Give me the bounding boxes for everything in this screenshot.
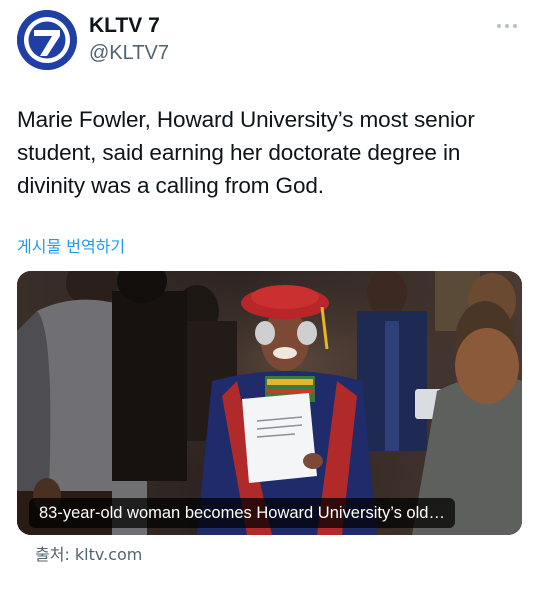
avatar[interactable] (17, 10, 77, 70)
tweet-header: KLTV 7 @KLTV7 (17, 10, 523, 72)
kltv7-logo-icon (17, 10, 77, 70)
link-card-caption: 83-year-old woman becomes Howard Univers… (29, 498, 455, 528)
more-options-icon[interactable] (497, 20, 519, 32)
tweet-text: Marie Fowler, Howard University’s most s… (17, 107, 475, 198)
link-source[interactable]: 출처: kltv.com (35, 541, 142, 565)
link-card[interactable]: 83-year-old woman becomes Howard Univers… (17, 271, 522, 535)
translate-post-link[interactable]: 게시물 번역하기 (17, 233, 125, 257)
account-handle: @KLTV7 (89, 42, 169, 64)
graduation-photo (17, 271, 522, 535)
tweet: KLTV 7 @KLTV7 Marie Fowler, Howard Unive… (0, 0, 540, 594)
account-names: KLTV 7 @KLTV7 (89, 14, 169, 66)
display-name[interactable]: KLTV 7 (89, 14, 169, 38)
